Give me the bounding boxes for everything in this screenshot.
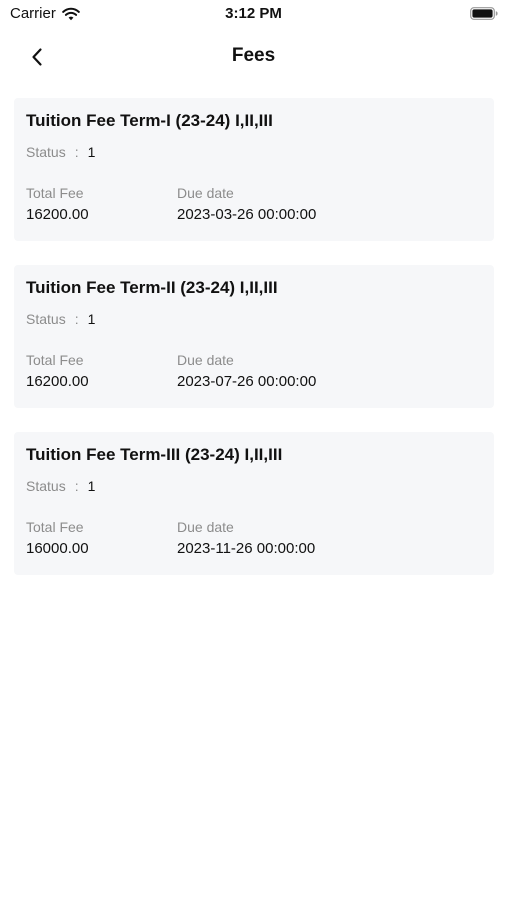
- status-label: Status: [26, 478, 66, 494]
- total-fee-column: Total Fee 16200.00: [26, 351, 177, 391]
- total-fee-label: Total Fee: [26, 352, 84, 368]
- due-date-column: Due date 2023-11-26 00:00:00: [177, 518, 315, 558]
- status-label: Status: [26, 144, 66, 160]
- fee-card[interactable]: Tuition Fee Term-III (23-24) I,II,III St…: [14, 432, 494, 575]
- total-fee-column: Total Fee 16200.00: [26, 184, 177, 224]
- fee-list: Tuition Fee Term-I (23-24) I,II,III Stat…: [14, 98, 494, 599]
- fee-info-row: Total Fee 16200.00 Due date 2023-07-26 0…: [26, 351, 482, 391]
- total-fee-value: 16200.00: [26, 373, 89, 390]
- fee-title: Tuition Fee Term-II (23-24) I,II,III: [26, 278, 278, 297]
- due-date-label: Due date: [177, 185, 234, 201]
- navigation-bar: Fees: [0, 34, 507, 78]
- fees-screen: Carrier 3:12 PM Fees Tuition Fee Term-I …: [0, 0, 507, 900]
- total-fee-value: 16200.00: [26, 206, 89, 223]
- status-separator: :: [74, 311, 79, 327]
- total-fee-label: Total Fee: [26, 185, 84, 201]
- due-date-label: Due date: [177, 352, 234, 368]
- due-date-value: 2023-03-26 00:00:00: [177, 206, 317, 223]
- fee-card[interactable]: Tuition Fee Term-II (23-24) I,II,III Sta…: [14, 265, 494, 408]
- total-fee-value: 16000.00: [26, 540, 89, 557]
- status-row: Status : 1: [26, 477, 482, 495]
- status-bar: Carrier 3:12 PM: [0, 0, 507, 28]
- status-value: 1: [87, 311, 96, 327]
- status-value: 1: [87, 478, 96, 494]
- fee-card[interactable]: Tuition Fee Term-I (23-24) I,II,III Stat…: [14, 98, 494, 241]
- fee-title: Tuition Fee Term-I (23-24) I,II,III: [26, 111, 273, 130]
- due-date-label: Due date: [177, 519, 234, 535]
- due-date-column: Due date 2023-03-26 00:00:00: [177, 184, 316, 224]
- status-separator: :: [74, 144, 79, 160]
- battery-icon: [470, 7, 498, 20]
- status-row: Status : 1: [26, 310, 482, 328]
- page-title: Fees: [231, 45, 276, 66]
- total-fee-label: Total Fee: [26, 519, 84, 535]
- status-separator: :: [74, 478, 79, 494]
- status-value: 1: [87, 144, 96, 160]
- due-date-value: 2023-07-26 00:00:00: [177, 373, 317, 390]
- status-time: 3:12 PM: [225, 5, 282, 22]
- fee-info-row: Total Fee 16000.00 Due date 2023-11-26 0…: [26, 518, 482, 558]
- status-row: Status : 1: [26, 143, 482, 161]
- fee-info-row: Total Fee 16200.00 Due date 2023-03-26 0…: [26, 184, 482, 224]
- total-fee-column: Total Fee 16000.00: [26, 518, 177, 558]
- due-date-value: 2023-11-26 00:00:00: [177, 540, 316, 557]
- fee-title: Tuition Fee Term-III (23-24) I,II,III: [26, 445, 283, 464]
- status-label: Status: [26, 311, 66, 327]
- due-date-column: Due date 2023-07-26 00:00:00: [177, 351, 316, 391]
